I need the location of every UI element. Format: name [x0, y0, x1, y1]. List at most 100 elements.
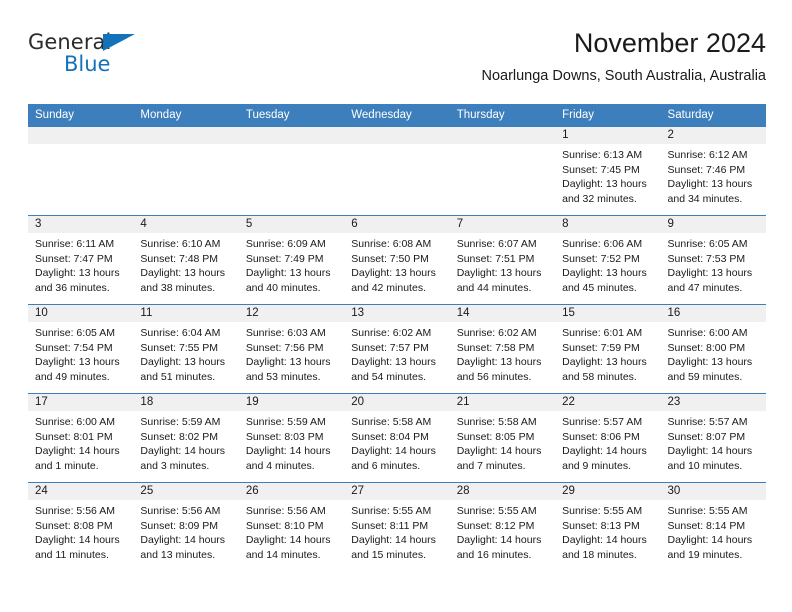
- daylight-text-line1: Daylight: 14 hours: [351, 445, 436, 458]
- day-cell[interactable]: 23 Sunrise: 5:57 AM Sunset: 8:07 PM Dayl…: [660, 393, 766, 482]
- generalblue-logo[interactable]: General Blue: [28, 32, 208, 88]
- sunrise-text: Sunrise: 5:58 AM: [351, 416, 432, 428]
- daylight-text-line1: Daylight: 14 hours: [245, 534, 331, 547]
- day-number: 9: [660, 216, 766, 233]
- day-cell[interactable]: 4 Sunrise: 6:10 AM Sunset: 7:48 PM Dayli…: [133, 215, 239, 304]
- day-details: Sunrise: 6:03 AM Sunset: 7:56 PM Dayligh…: [239, 322, 344, 384]
- day-cell[interactable]: 11 Sunrise: 6:04 AM Sunset: 7:55 PM Dayl…: [133, 304, 239, 393]
- day-details: Sunrise: 6:01 AM Sunset: 7:59 PM Dayligh…: [555, 322, 660, 384]
- day-cell[interactable]: 1 Sunrise: 6:13 AM Sunset: 7:45 PM Dayli…: [555, 126, 661, 215]
- daylight-text-line1: Daylight: 13 hours: [667, 356, 753, 369]
- sunset-text: Sunset: 7:50 PM: [351, 252, 429, 265]
- day-cell[interactable]: [28, 126, 134, 215]
- logo-text-general: General: [28, 30, 112, 54]
- day-details: Sunrise: 5:55 AM Sunset: 8:14 PM Dayligh…: [661, 500, 766, 562]
- day-cell[interactable]: 27 Sunrise: 5:55 AM Sunset: 8:11 PM Dayl…: [344, 482, 450, 571]
- day-details: Sunrise: 6:04 AM Sunset: 7:55 PM Dayligh…: [133, 322, 238, 384]
- day-cell[interactable]: 10 Sunrise: 6:05 AM Sunset: 7:54 PM Dayl…: [28, 304, 134, 393]
- day-cell[interactable]: [344, 126, 450, 215]
- daylight-text-line1: Daylight: 14 hours: [667, 534, 753, 547]
- day-cell[interactable]: 9 Sunrise: 6:05 AM Sunset: 7:53 PM Dayli…: [660, 215, 766, 304]
- day-cell[interactable]: 7 Sunrise: 6:07 AM Sunset: 7:51 PM Dayli…: [449, 215, 556, 304]
- sunrise-text: Sunrise: 6:04 AM: [140, 327, 221, 339]
- weekday-header-friday: Friday: [562, 109, 595, 121]
- sunset-text: Sunset: 8:14 PM: [667, 519, 746, 532]
- daylight-text-line1: Daylight: 13 hours: [140, 356, 226, 369]
- day-cell[interactable]: 15 Sunrise: 6:01 AM Sunset: 7:59 PM Dayl…: [555, 304, 661, 393]
- day-number: 13: [344, 305, 450, 322]
- daylight-text-line1: Daylight: 13 hours: [456, 267, 542, 280]
- day-cell[interactable]: 20 Sunrise: 5:58 AM Sunset: 8:04 PM Dayl…: [344, 393, 450, 482]
- sunrise-text: Sunrise: 5:55 AM: [351, 505, 432, 517]
- daylight-text-line2: and 11 minutes.: [35, 548, 109, 561]
- week-row: 24 Sunrise: 5:56 AM Sunset: 8:08 PM Dayl…: [28, 482, 766, 571]
- day-number: 8: [555, 216, 661, 233]
- day-cell[interactable]: 19 Sunrise: 5:59 AM Sunset: 8:03 PM Dayl…: [238, 393, 345, 482]
- daylight-text-line1: Daylight: 13 hours: [667, 267, 753, 280]
- day-cell[interactable]: 13 Sunrise: 6:02 AM Sunset: 7:57 PM Dayl…: [344, 304, 450, 393]
- day-number: 19: [238, 394, 345, 411]
- logo-text-blue: Blue: [64, 52, 111, 76]
- daylight-text-line1: Daylight: 14 hours: [35, 445, 120, 458]
- day-cell[interactable]: 17 Sunrise: 6:00 AM Sunset: 8:01 PM Dayl…: [28, 393, 134, 482]
- daylight-text-line1: Daylight: 13 hours: [562, 178, 647, 191]
- day-cell[interactable]: 29 Sunrise: 5:55 AM Sunset: 8:13 PM Dayl…: [555, 482, 661, 571]
- sunset-text: Sunset: 7:51 PM: [456, 252, 535, 265]
- day-cell[interactable]: 21 Sunrise: 5:58 AM Sunset: 8:05 PM Dayl…: [449, 393, 556, 482]
- week-row: 10 Sunrise: 6:05 AM Sunset: 7:54 PM Dayl…: [28, 304, 766, 393]
- day-cell[interactable]: [449, 126, 556, 215]
- day-details: Sunrise: 5:58 AM Sunset: 8:05 PM Dayligh…: [450, 411, 555, 473]
- daylight-text-line2: and 47 minutes.: [667, 281, 743, 294]
- sunrise-text: Sunrise: 5:56 AM: [245, 505, 326, 517]
- day-details: Sunrise: 6:05 AM Sunset: 7:53 PM Dayligh…: [661, 233, 766, 295]
- sunset-text: Sunset: 8:07 PM: [667, 430, 746, 443]
- day-cell[interactable]: 22 Sunrise: 5:57 AM Sunset: 8:06 PM Dayl…: [555, 393, 661, 482]
- daylight-text-line2: and 32 minutes.: [562, 192, 637, 205]
- day-details: Sunrise: 6:02 AM Sunset: 7:58 PM Dayligh…: [450, 322, 555, 384]
- day-cell[interactable]: [238, 126, 345, 215]
- day-cell[interactable]: 24 Sunrise: 5:56 AM Sunset: 8:08 PM Dayl…: [28, 482, 134, 571]
- day-details: Sunrise: 6:06 AM Sunset: 7:52 PM Dayligh…: [555, 233, 660, 295]
- day-number: [238, 127, 345, 144]
- day-number: [28, 127, 134, 144]
- day-cell[interactable]: 16 Sunrise: 6:00 AM Sunset: 8:00 PM Dayl…: [660, 304, 766, 393]
- day-cell[interactable]: 30 Sunrise: 5:55 AM Sunset: 8:14 PM Dayl…: [660, 482, 766, 571]
- day-cell[interactable]: 14 Sunrise: 6:02 AM Sunset: 7:58 PM Dayl…: [449, 304, 556, 393]
- day-cell[interactable]: 18 Sunrise: 5:59 AM Sunset: 8:02 PM Dayl…: [133, 393, 239, 482]
- week-row: 1 Sunrise: 6:13 AM Sunset: 7:45 PM Dayli…: [28, 126, 766, 215]
- day-cell[interactable]: 3 Sunrise: 6:11 AM Sunset: 7:47 PM Dayli…: [28, 215, 134, 304]
- day-cell[interactable]: 8 Sunrise: 6:06 AM Sunset: 7:52 PM Dayli…: [555, 215, 661, 304]
- day-cell[interactable]: 5 Sunrise: 6:09 AM Sunset: 7:49 PM Dayli…: [238, 215, 345, 304]
- day-number: 29: [555, 483, 661, 500]
- sunrise-text: Sunrise: 5:59 AM: [245, 416, 326, 428]
- day-number: 20: [344, 394, 450, 411]
- day-cell[interactable]: 12 Sunrise: 6:03 AM Sunset: 7:56 PM Dayl…: [238, 304, 345, 393]
- page-title: November 2024: [573, 28, 766, 58]
- daylight-text-line1: Daylight: 13 hours: [562, 356, 647, 369]
- day-cell[interactable]: 26 Sunrise: 5:56 AM Sunset: 8:10 PM Dayl…: [238, 482, 345, 571]
- day-number: 18: [133, 394, 239, 411]
- daylight-text-line1: Daylight: 14 hours: [667, 445, 753, 458]
- day-details: [133, 144, 238, 148]
- day-number: [133, 127, 239, 144]
- daylight-text-line1: Daylight: 14 hours: [140, 445, 226, 458]
- sunset-text: Sunset: 8:00 PM: [667, 341, 746, 354]
- day-cell[interactable]: [133, 126, 239, 215]
- daylight-text-line2: and 58 minutes.: [562, 370, 637, 383]
- day-details: Sunrise: 5:59 AM Sunset: 8:02 PM Dayligh…: [133, 411, 238, 473]
- sunset-text: Sunset: 7:55 PM: [140, 341, 219, 354]
- sunset-text: Sunset: 7:57 PM: [351, 341, 429, 354]
- day-details: [28, 144, 133, 148]
- day-cell[interactable]: 28 Sunrise: 5:55 AM Sunset: 8:12 PM Dayl…: [449, 482, 556, 571]
- day-number: 6: [344, 216, 450, 233]
- weekday-header-wednesday: Wednesday: [351, 109, 412, 121]
- day-cell[interactable]: 2 Sunrise: 6:12 AM Sunset: 7:46 PM Dayli…: [660, 126, 766, 215]
- page-subtitle: Noarlunga Downs, South Australia, Austra…: [481, 68, 766, 84]
- day-details: Sunrise: 5:55 AM Sunset: 8:12 PM Dayligh…: [450, 500, 555, 562]
- daylight-text-line2: and 18 minutes.: [562, 548, 637, 561]
- daylight-text-line1: Daylight: 14 hours: [351, 534, 436, 547]
- day-details: Sunrise: 6:07 AM Sunset: 7:51 PM Dayligh…: [450, 233, 555, 295]
- day-details: Sunrise: 5:56 AM Sunset: 8:09 PM Dayligh…: [133, 500, 238, 562]
- day-cell[interactable]: 6 Sunrise: 6:08 AM Sunset: 7:50 PM Dayli…: [344, 215, 450, 304]
- day-cell[interactable]: 25 Sunrise: 5:56 AM Sunset: 8:09 PM Dayl…: [133, 482, 239, 571]
